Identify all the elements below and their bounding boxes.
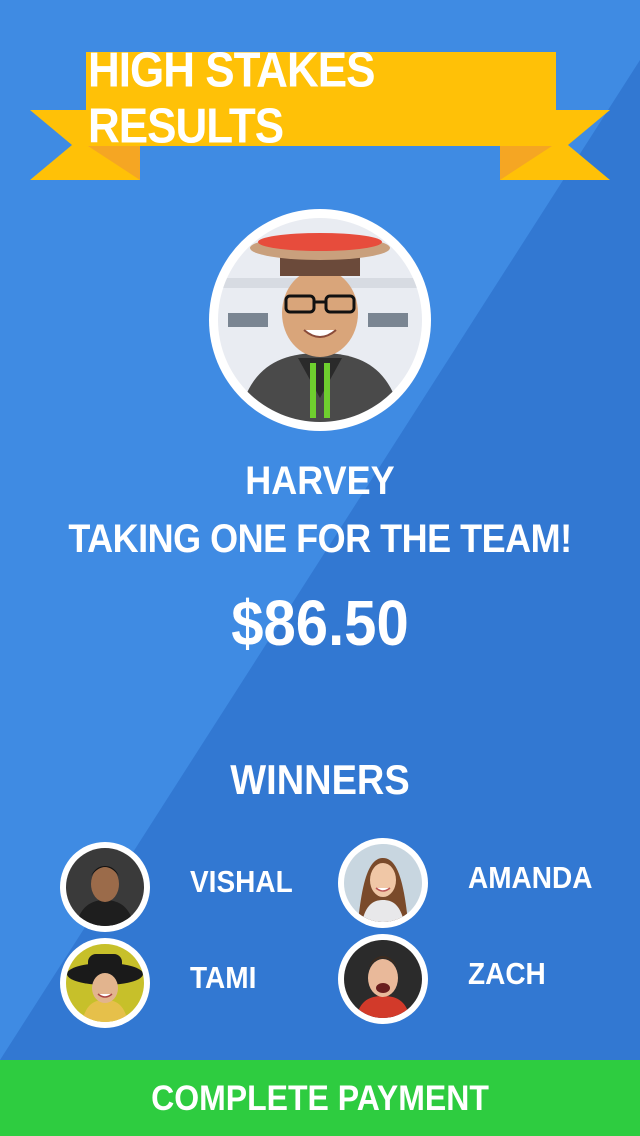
complete-payment-button[interactable]: COMPLETE PAYMENT [0,1060,640,1136]
winner-photo [66,848,144,926]
winner-name: VISHAL [190,864,293,899]
loser-subtitle: TAKING ONE FOR THE TEAM! [68,515,572,561]
winner-name: ZACH [468,956,546,991]
avatar [338,838,428,928]
winner-photo [344,844,422,922]
avatar [60,842,150,932]
avatar [338,934,428,1024]
complete-payment-label: COMPLETE PAYMENT [151,1077,489,1118]
winner-name: AMANDA [468,860,593,895]
loser-avatar [209,209,431,431]
loser-photo [218,218,422,422]
winners-heading: WINNERS [230,757,410,805]
winner-photo [66,944,144,1022]
amount-owed: $86.50 [231,587,409,660]
avatar [60,938,150,1028]
loser-name: HARVEY [245,457,395,503]
winner-name: TAMI [190,960,257,995]
page-title: HIGH STAKES RESULTS [88,43,375,154]
winner-photo [344,940,422,1018]
